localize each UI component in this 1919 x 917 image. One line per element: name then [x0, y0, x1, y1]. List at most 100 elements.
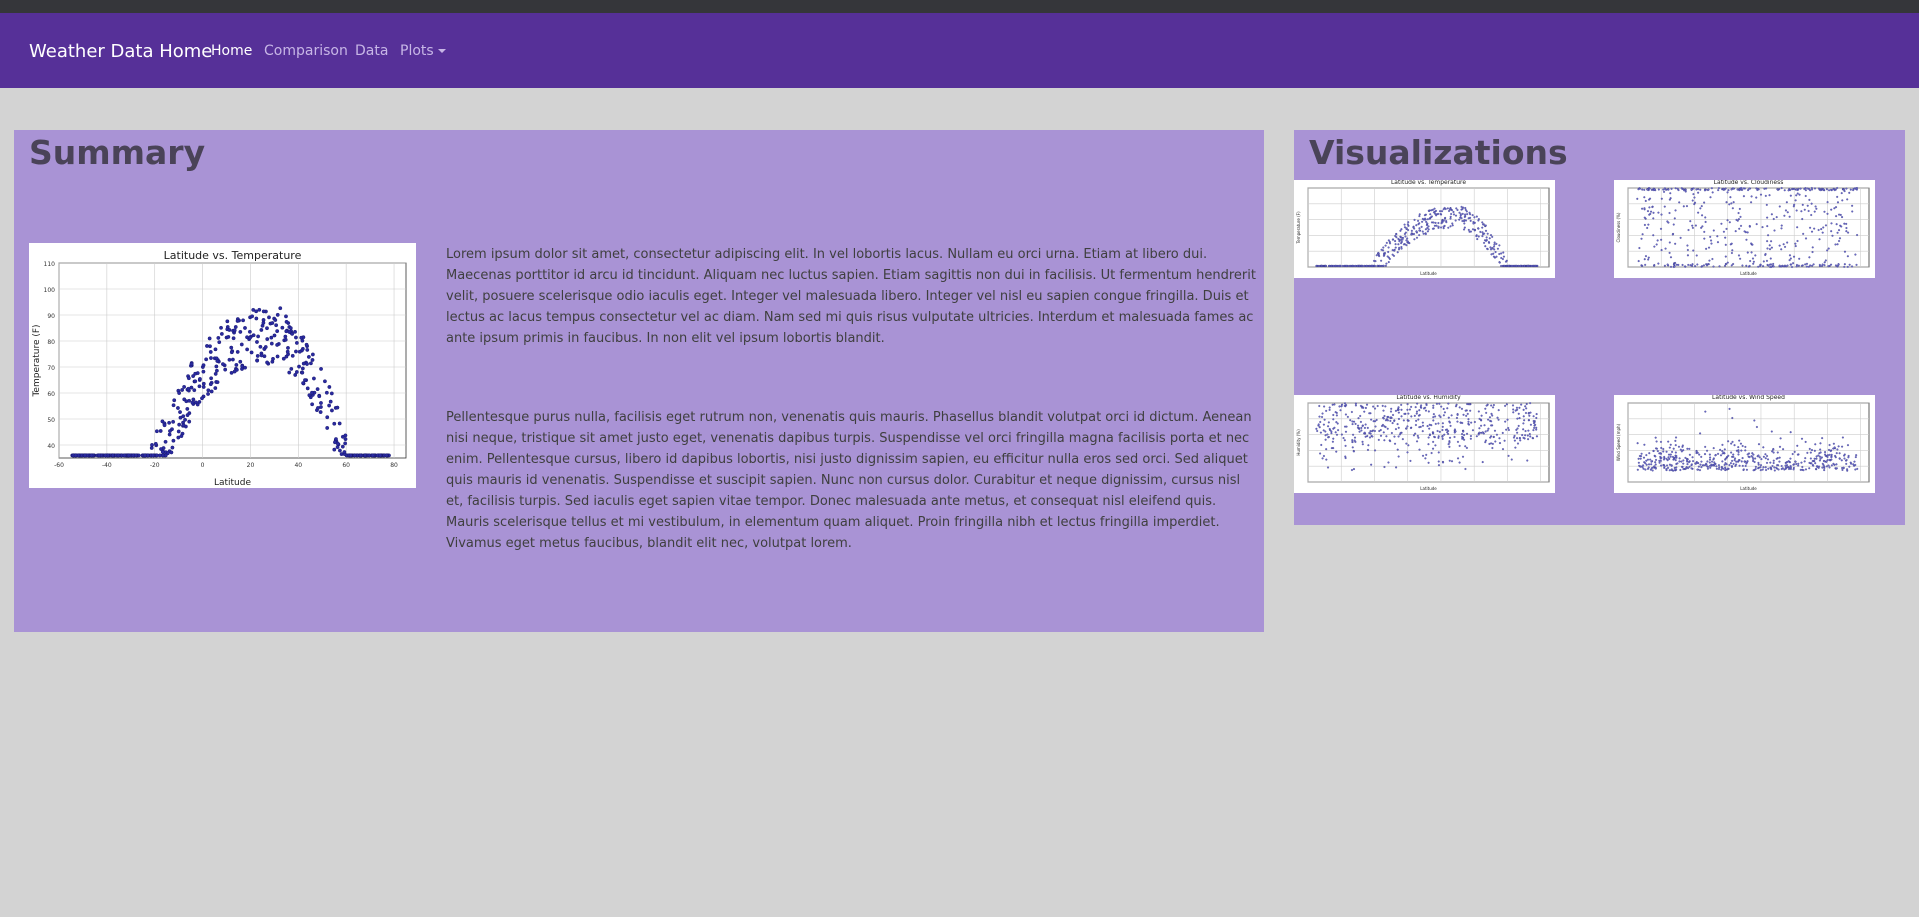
data-point [1778, 460, 1781, 463]
data-point [1324, 438, 1327, 441]
data-point [384, 453, 389, 458]
data-point [1475, 235, 1478, 238]
data-point [1321, 412, 1324, 415]
data-point [1838, 229, 1841, 232]
data-point [1498, 437, 1501, 440]
data-point [358, 453, 363, 458]
x-axis-label: Latitude [214, 478, 252, 488]
data-point [1708, 458, 1711, 461]
data-point [1378, 430, 1381, 433]
data-point [1663, 205, 1666, 208]
nav-link-home[interactable]: Home [211, 43, 252, 59]
data-point [1402, 236, 1405, 239]
data-point [1638, 464, 1641, 467]
data-point [1342, 437, 1345, 440]
data-point [1390, 410, 1393, 413]
nav-dropdown-plots[interactable]: Plots [400, 43, 446, 59]
data-point [363, 453, 367, 458]
nav-link-data[interactable]: Data [355, 43, 388, 59]
data-point [176, 429, 181, 434]
data-point [1340, 405, 1343, 408]
data-point [1851, 210, 1854, 213]
data-point [1786, 211, 1789, 214]
thumbnail-wind-speed[interactable]: Latitude vs. Wind Speed Latitude Wind Spee… [1614, 395, 1875, 493]
data-point [1489, 234, 1492, 237]
summary-paragraph-1: Lorem ipsum dolor sit amet, consectetur … [446, 247, 1256, 346]
data-point [1706, 460, 1709, 463]
data-point [290, 353, 295, 358]
data-point [1701, 265, 1704, 268]
data-point [1665, 468, 1668, 471]
data-point [1833, 446, 1836, 449]
data-point [1731, 459, 1734, 462]
data-point [255, 340, 259, 344]
data-point [1484, 439, 1487, 442]
data-point [1667, 188, 1670, 191]
data-point [1724, 462, 1727, 465]
data-point [1383, 415, 1386, 418]
data-point [1448, 445, 1451, 448]
data-point [1728, 203, 1731, 206]
data-point [201, 385, 206, 389]
data-point [1678, 201, 1681, 204]
data-point [1460, 217, 1463, 220]
data-point [1769, 248, 1772, 251]
data-point [1701, 214, 1704, 217]
thumbnail-cloudiness[interactable]: Latitude vs. Cloudiness Latitude Cloudines… [1614, 180, 1875, 278]
data-point [1826, 455, 1829, 458]
data-point [1815, 467, 1818, 470]
data-point [171, 403, 176, 408]
data-point [1780, 224, 1783, 227]
data-point [1819, 189, 1822, 192]
data-point [1809, 451, 1812, 454]
y-tick-label: 80 [47, 339, 55, 346]
data-point [1427, 461, 1430, 464]
data-point [315, 387, 320, 392]
data-point [1830, 208, 1833, 211]
data-point [1406, 408, 1409, 411]
data-point [1757, 265, 1760, 268]
data-point [1344, 425, 1347, 428]
data-point [1637, 461, 1640, 464]
data-point [1681, 444, 1684, 447]
data-point [342, 450, 347, 454]
data-point [1408, 408, 1411, 411]
y-tick-label: 40 [47, 443, 55, 450]
data-point [1821, 263, 1824, 266]
data-point [1834, 264, 1837, 267]
data-point [1753, 460, 1756, 463]
data-point [1741, 457, 1744, 460]
data-point [1717, 467, 1720, 470]
data-point [1505, 428, 1508, 431]
data-point [1387, 261, 1390, 264]
data-point [1415, 419, 1418, 422]
navbar-brand[interactable]: Weather Data Home [29, 41, 212, 62]
data-point [1662, 188, 1665, 191]
data-point [1368, 436, 1371, 439]
data-point [1436, 429, 1439, 432]
thumbnail-temperature[interactable]: Latitude vs. Temperature Latitude Temperat… [1294, 180, 1555, 278]
data-point [1404, 231, 1407, 234]
data-point [1489, 436, 1492, 439]
latitude-vs-temperature-thumbnail-chart: Latitude vs. TemperatureLatitudeTemperat… [1296, 180, 1550, 276]
data-point [1498, 253, 1501, 256]
data-point [1649, 197, 1652, 200]
data-point [1449, 424, 1452, 427]
data-point [1341, 264, 1344, 267]
data-point [1649, 458, 1652, 461]
data-point [1400, 415, 1403, 418]
data-point [1418, 227, 1421, 230]
data-point [1526, 434, 1529, 437]
x-axis-label: Latitude [1420, 271, 1437, 276]
data-point [187, 419, 192, 424]
nav-link-comparison[interactable]: Comparison [264, 43, 348, 59]
data-point [1405, 227, 1408, 230]
data-point [1706, 449, 1709, 452]
data-point [299, 335, 304, 340]
data-point [1394, 240, 1397, 243]
data-point [1832, 188, 1835, 191]
data-point [1522, 436, 1525, 439]
data-point [1855, 454, 1858, 457]
thumbnail-humidity[interactable]: Latitude vs. Humidity Latitude Humidity (%… [1294, 395, 1555, 493]
data-point [1320, 443, 1323, 446]
